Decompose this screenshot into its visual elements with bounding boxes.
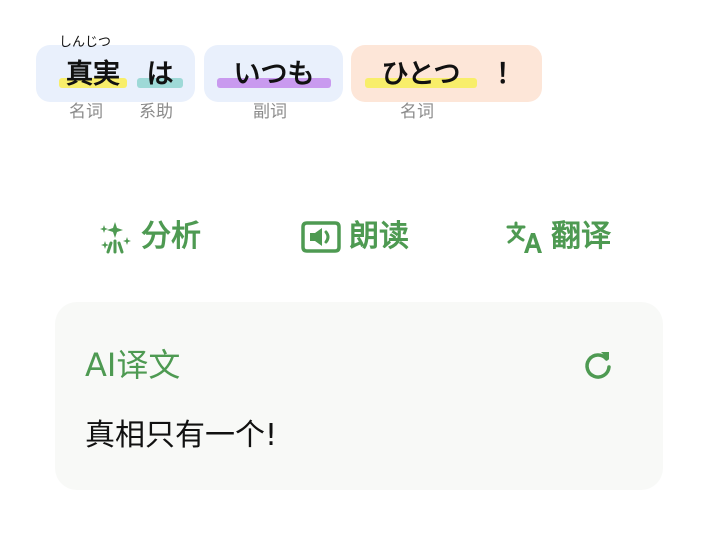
word-shinjitsu[interactable]: 真実 [59,61,127,95]
refresh-icon[interactable] [581,348,615,382]
translate-icon [506,221,542,253]
sparkle-icon [100,222,131,254]
ai-translation-text: 真相只有一个! [85,418,278,453]
word-itsumo[interactable]: いつも [217,61,331,95]
pos-label-particle: 系助 [139,102,173,122]
analyze-button[interactable]: 分析 [97,214,201,260]
pos-label-noun: 名词 [69,102,103,122]
furigana-reading: しんじつ [59,35,112,50]
translate-label: 翻译 [551,219,611,254]
pos-label-adverb: 副词 [253,102,287,122]
exclamation-mark: ！ [496,59,523,95]
word-hitotsu[interactable]: ひとつ [365,61,477,95]
speaker-icon [301,221,341,253]
word-text: は [146,59,174,90]
read-aloud-button[interactable]: 朗读 [299,214,409,260]
read-aloud-label: 朗读 [349,219,409,254]
pos-label-noun-2: 名词 [400,102,434,122]
ai-translation-card: AI译文 真相只有一个! [55,302,663,490]
word-text: ひとつ [381,59,461,90]
word-wa[interactable]: は [137,61,183,95]
word-text: 真実 [66,59,120,90]
translate-button[interactable]: 翻译 [505,214,611,260]
analyze-label: 分析 [141,219,201,254]
word-text: いつも [233,59,315,90]
word-text: ！ [496,59,523,90]
ai-translation-title: AI译文 [85,346,181,384]
